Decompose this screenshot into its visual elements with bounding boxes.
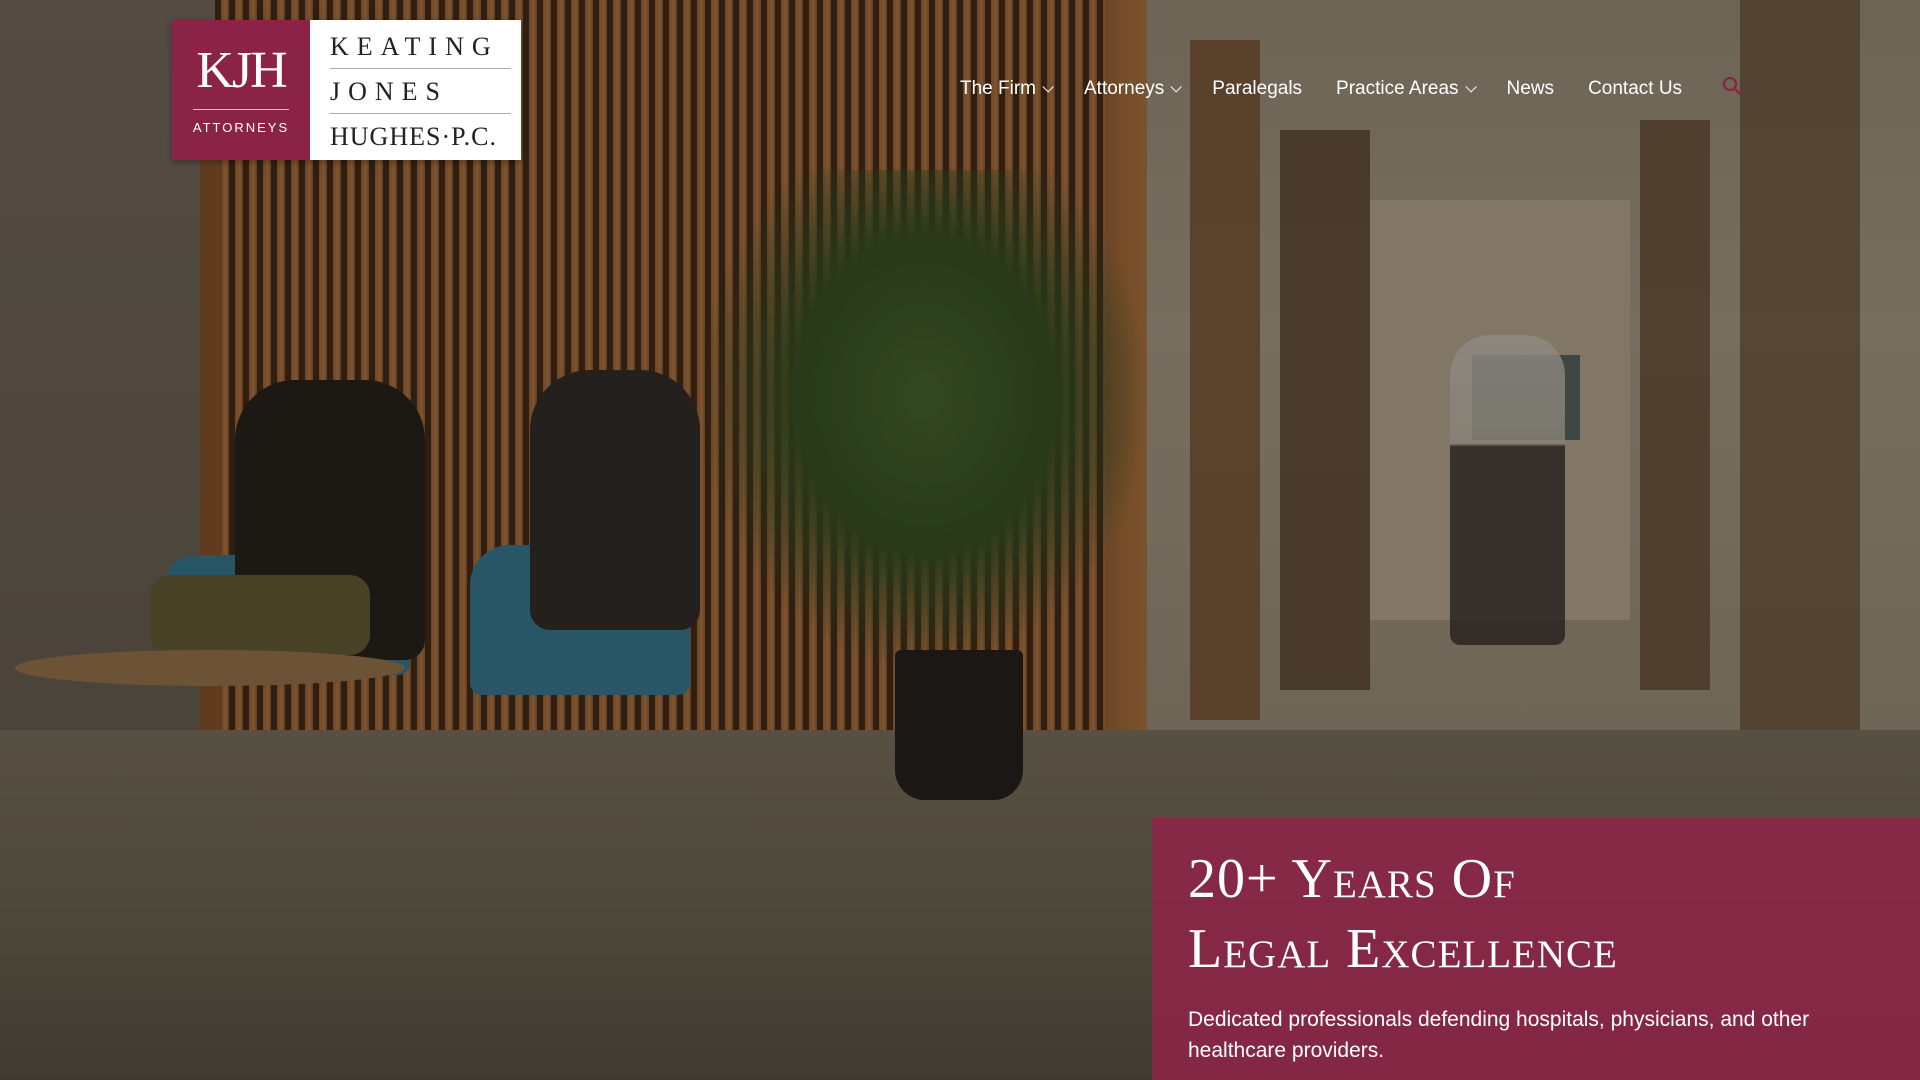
logo-name-line-2: JONES: [330, 75, 511, 114]
logo-name-line-3: HUGHES·P.C.: [330, 122, 498, 151]
nav-item-label: Contact Us: [1588, 78, 1683, 99]
hero-headline-panel: 20+ Years Of Legal Excellence Dedicated …: [1152, 818, 1920, 1080]
logo-firm-name: KEATING JONES HUGHES·P.C.: [310, 20, 521, 160]
logo-mark: KJH ATTORNEYS: [172, 20, 310, 160]
chevron-down-icon: [1465, 81, 1477, 93]
chevron-down-icon: [1170, 81, 1183, 93]
search-icon[interactable]: [1722, 76, 1742, 96]
hero-subtext: Dedicated professionals defending hospit…: [1188, 1008, 1810, 1062]
logo-tagline: ATTORNEYS: [192, 120, 290, 135]
hero-section: KJH ATTORNEYS KEATING JONES HUGHES·P.C. …: [0, 0, 1920, 1080]
nav-item-label: Attorneys: [1084, 78, 1165, 99]
nav-item-paralegals[interactable]: Paralegals: [1212, 78, 1302, 100]
nav-item-news[interactable]: News: [1507, 78, 1555, 100]
main-nav: The Firm Attorneys Paralegals Practice A…: [960, 78, 1716, 100]
logo-initials: KJH: [196, 42, 287, 99]
hero-headline: 20+ Years Of Legal Excellence: [1188, 844, 1884, 984]
nav-item-contact-us[interactable]: Contact Us: [1588, 78, 1682, 100]
hero-headline-line-2: Legal Excellence: [1188, 918, 1618, 980]
hero-headline-line-1: 20+ Years Of: [1188, 848, 1516, 910]
chevron-down-icon: [1042, 81, 1054, 93]
logo-name-line-1: KEATING: [330, 30, 511, 69]
nav-item-the-firm[interactable]: The Firm: [960, 78, 1054, 100]
nav-item-label: Paralegals: [1212, 78, 1303, 99]
nav-item-attorneys[interactable]: Attorneys: [1084, 78, 1183, 100]
nav-item-label: Practice Areas: [1336, 78, 1459, 99]
nav-item-label: News: [1506, 78, 1555, 99]
logo-divider: [193, 109, 289, 110]
nav-item-label: The Firm: [960, 78, 1036, 99]
site-logo[interactable]: KJH ATTORNEYS KEATING JONES HUGHES·P.C.: [172, 20, 521, 160]
nav-item-practice-areas[interactable]: Practice Areas: [1336, 78, 1477, 100]
